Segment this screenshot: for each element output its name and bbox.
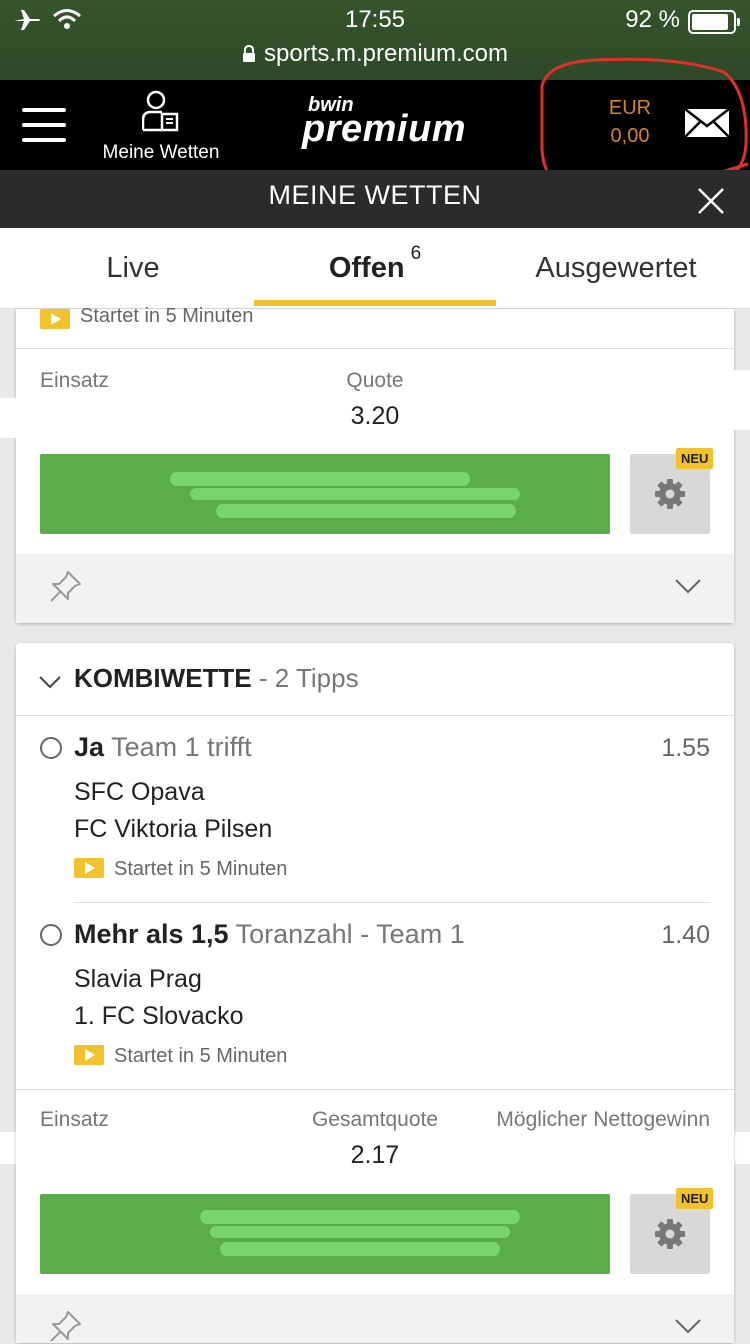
cashout-button[interactable] <box>40 1194 610 1274</box>
battery-icon <box>688 10 740 34</box>
pin-icon[interactable] <box>48 570 82 604</box>
bet-card: Startet in 5 Minuten Einsatz Quote 3.20 … <box>16 305 734 623</box>
starts-in-text: Startet in 5 Minuten <box>114 858 288 880</box>
tip-odds: 1.55 <box>661 734 710 762</box>
combo-bet-card: KOMBIWETTE - 2 Tipps Ja Team 1 trifft 1.… <box>16 643 734 1343</box>
redaction-scribble <box>190 488 520 500</box>
pin-icon[interactable] <box>48 1310 82 1344</box>
redaction-scribble <box>220 1242 500 1256</box>
battery-percentage: 92 % <box>625 6 680 33</box>
tip-market: Team 1 trifft <box>111 732 252 762</box>
redaction-scribble <box>216 504 516 518</box>
team-away: 1. FC Slovacko <box>74 1002 244 1030</box>
redaction-patch <box>560 370 750 430</box>
combo-bet-header[interactable]: KOMBIWETTE - 2 Tipps <box>16 643 734 715</box>
gear-icon <box>655 1219 685 1249</box>
active-tab-indicator <box>254 300 496 306</box>
stake-label: Einsatz <box>40 369 109 392</box>
chevron-down-icon[interactable] <box>674 1318 702 1334</box>
tip-market: Toranzahl - Team 1 <box>235 919 465 949</box>
divider <box>16 348 734 349</box>
tip-title: Ja Team 1 trifft <box>74 732 252 763</box>
radio-icon <box>40 737 62 759</box>
possible-win-label: Möglicher Nettogewinn <box>496 1108 710 1131</box>
bet-type-label: KOMBIWETTE <box>74 663 252 693</box>
tip-selection: Ja <box>74 732 105 762</box>
stake-label: Einsatz <box>40 1108 109 1131</box>
team-home: Slavia Prag <box>74 965 202 993</box>
tip-row[interactable]: Mehr als 1,5 Toranzahl - Team 1 1.40 Sla… <box>16 903 734 1088</box>
tab-settled-label: Ausgewertet <box>535 252 697 284</box>
tab-open-label: Offen <box>328 252 405 284</box>
tab-live[interactable]: Live <box>12 228 254 308</box>
redaction-scribble <box>210 1226 510 1238</box>
card-footer <box>16 554 734 623</box>
my-bets-nav-button[interactable]: Meine Wetten <box>96 90 226 163</box>
tab-settled[interactable]: Ausgewertet <box>496 228 736 308</box>
tab-live-label: Live <box>106 252 160 284</box>
cashout-button[interactable] <box>40 454 610 534</box>
lock-icon <box>242 44 255 62</box>
new-badge: NEU <box>676 1188 714 1209</box>
tab-open[interactable]: Offen 6 <box>254 228 496 308</box>
my-bets-label: Meine Wetten <box>102 142 220 163</box>
url-text: sports.m.premium.com <box>263 40 509 67</box>
new-badge: NEU <box>676 448 714 469</box>
play-icon <box>74 1045 104 1065</box>
hamburger-icon[interactable] <box>22 108 66 142</box>
odds-value: 3.20 <box>350 402 400 430</box>
total-odds-value: 2.17 <box>350 1141 400 1169</box>
redaction-patch <box>0 398 100 438</box>
tip-row[interactable]: Ja Team 1 trifft 1.55 SFC Opava FC Vikto… <box>16 716 734 901</box>
starts-in-text: Startet in 5 Minuten <box>80 305 254 327</box>
radio-icon <box>40 924 62 946</box>
close-icon[interactable] <box>696 186 726 216</box>
tip-selection: Mehr als 1,5 <box>74 919 229 949</box>
redaction-scribble <box>170 472 470 486</box>
card-footer <box>16 1294 734 1343</box>
gear-icon <box>655 479 685 509</box>
divider <box>16 1089 734 1090</box>
page-title: MEINE WETTEN <box>268 180 482 210</box>
chevron-down-icon <box>39 676 61 689</box>
logo-premium: premium <box>302 108 466 150</box>
my-bets-icon <box>142 90 179 132</box>
tab-open-count: 6 <box>410 243 422 264</box>
combo-bet-title: KOMBIWETTE - 2 Tipps <box>74 663 359 694</box>
team-home: SFC Opava <box>74 778 205 806</box>
redaction-scribble <box>200 1210 520 1224</box>
title-bar: MEINE WETTEN <box>0 170 750 228</box>
tip-title: Mehr als 1,5 Toranzahl - Team 1 <box>74 919 465 950</box>
chevron-down-icon[interactable] <box>674 578 702 594</box>
team-away: FC Viktoria Pilsen <box>74 815 273 843</box>
odds-label: Quote <box>346 369 404 392</box>
bet-status-tabs: Live Offen 6 Ausgewertet <box>0 228 750 309</box>
play-icon <box>40 309 70 329</box>
total-odds-label: Gesamtquote <box>311 1108 439 1131</box>
play-icon <box>74 858 104 878</box>
starts-in-text: Startet in 5 Minuten <box>114 1045 288 1067</box>
tips-count: - 2 Tipps <box>258 663 359 693</box>
tip-odds: 1.40 <box>661 921 710 949</box>
